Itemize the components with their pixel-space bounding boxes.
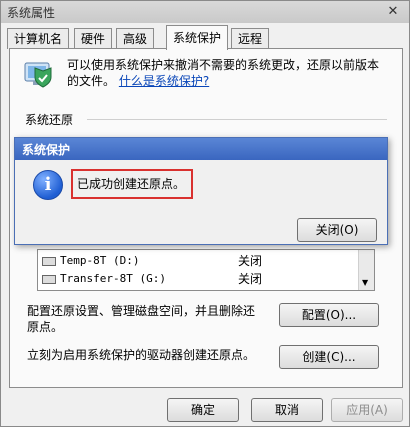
drive-icon xyxy=(42,256,56,266)
drive-row[interactable]: Transfer-8T (G:) 关闭 xyxy=(42,270,352,288)
tab-system-protection[interactable]: 系统保护 xyxy=(166,25,229,50)
tab-hardware[interactable]: 硬件 xyxy=(74,28,113,49)
system-restore-group-label: 系统还原 xyxy=(25,113,74,127)
tab-advanced[interactable]: 高级 xyxy=(116,28,155,49)
configure-button[interactable]: 配置(O)... xyxy=(279,303,379,327)
cancel-button[interactable]: 取消 xyxy=(251,398,323,422)
dialog-close-button[interactable]: 关闭(O) xyxy=(297,218,377,242)
drive-protection-status: 关闭 xyxy=(238,254,263,268)
drive-row[interactable]: Temp-8T (D:) 关闭 xyxy=(42,252,352,270)
create-button[interactable]: 创建(C)... xyxy=(279,345,379,369)
scroll-down-icon[interactable]: ▼ xyxy=(362,278,368,287)
protected-drives-list[interactable]: Temp-8T (D:) 关闭 Transfer-8T (G:) 关闭 ▼ xyxy=(37,249,375,291)
what-is-system-protection-link[interactable]: 什么是系统保护? xyxy=(119,74,209,88)
window-title: 系统属性 xyxy=(7,6,56,20)
tab-computer-name[interactable]: 计算机名 xyxy=(7,28,70,49)
configure-description: 配置还原设置、管理磁盘空间，并且删除还原点。 xyxy=(27,304,256,334)
group-divider xyxy=(87,119,387,120)
intro-text: 可以使用系统保护来撤消不需要的系统更改，还原以前版本的文件。 什么是系统保护? xyxy=(67,58,380,88)
dialog-title-bar[interactable]: 系统保护 xyxy=(15,138,387,160)
system-protection-dialog: 系统保护 i 已成功创建还原点。 关闭(O) xyxy=(14,137,388,245)
info-icon: i xyxy=(33,170,63,200)
tab-remote[interactable]: 远程 xyxy=(231,28,270,49)
dialog-title: 系统保护 xyxy=(22,143,71,157)
ok-button[interactable]: 确定 xyxy=(167,398,239,422)
create-description: 立刻为启用系统保护的驱动器创建还原点。 xyxy=(27,348,256,362)
drive-list-scrollbar[interactable]: ▼ xyxy=(358,250,374,290)
title-bar[interactable]: 系统属性 ✕ xyxy=(1,1,409,23)
apply-button[interactable]: 应用(A) xyxy=(331,398,403,422)
drive-icon xyxy=(42,274,56,284)
drive-protection-status: 关闭 xyxy=(238,272,263,286)
close-icon[interactable]: ✕ xyxy=(381,4,405,20)
system-protection-icon xyxy=(24,62,52,88)
dialog-message: 已成功创建还原点。 xyxy=(77,177,186,191)
